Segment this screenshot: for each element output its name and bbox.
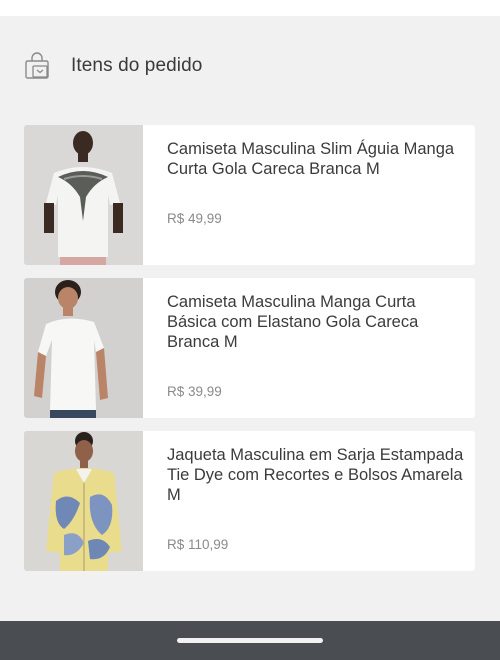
order-item[interactable]: Camiseta Masculina Slim Águia Manga Curt… [24,125,475,265]
product-name: Jaqueta Masculina em Sarja Estampada Tie… [167,446,464,504]
product-image [24,278,143,418]
order-items-list: Camiseta Masculina Slim Águia Manga Curt… [24,125,475,584]
product-image [24,125,143,265]
product-name: Camiseta Masculina Manga Curta Básica co… [167,293,419,351]
system-navigation-bar [0,621,500,660]
product-price: R$ 110,99 [167,537,229,552]
home-indicator[interactable] [177,638,323,643]
order-item[interactable]: Camiseta Masculina Manga Curta Básica co… [24,278,475,418]
order-items-header: Itens do pedido [24,50,202,82]
product-image [24,431,143,571]
shopping-bag-icon [24,52,50,80]
order-item[interactable]: Jaqueta Masculina em Sarja Estampada Tie… [24,431,475,571]
page-title: Itens do pedido [71,55,203,76]
product-price: R$ 49,99 [167,211,222,226]
product-price: R$ 39,99 [167,384,222,399]
product-name: Camiseta Masculina Slim Águia Manga Curt… [167,140,455,178]
status-strip [0,0,500,16]
